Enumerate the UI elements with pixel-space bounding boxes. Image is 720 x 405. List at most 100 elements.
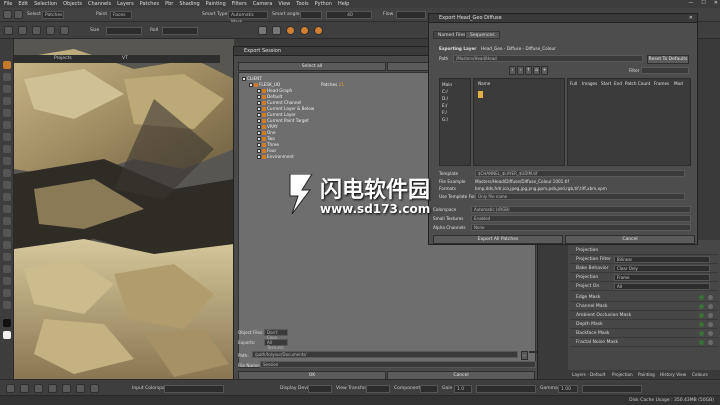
alpha-channels-dropdown[interactable]: None xyxy=(471,224,691,231)
tree-folder[interactable]: One xyxy=(257,130,276,135)
fractal-noise-mask-row[interactable]: Fractal Noise Mask xyxy=(570,338,718,347)
grid-icon[interactable] xyxy=(90,384,99,393)
tree-item[interactable]: Default xyxy=(257,94,282,99)
menu-camera[interactable]: Camera xyxy=(253,1,273,7)
toggle-icon[interactable] xyxy=(699,322,704,327)
channel-mask-row[interactable]: Channel Mask xyxy=(570,302,718,311)
drive-item[interactable]: E:/ xyxy=(442,103,447,108)
checkbox-icon[interactable] xyxy=(257,143,261,147)
tab-colours[interactable]: Colours xyxy=(692,370,708,379)
frame-icon[interactable] xyxy=(46,26,55,35)
menu-patches[interactable]: Patches xyxy=(140,1,159,7)
eraser-tool-icon[interactable] xyxy=(3,145,11,153)
file-name-input[interactable]: Session xyxy=(260,361,536,368)
home-icon[interactable]: ⌂ xyxy=(533,66,540,75)
folder-icon[interactable] xyxy=(529,351,537,353)
gradient-tool-icon[interactable] xyxy=(3,169,11,177)
projection-filter-dropdown[interactable]: Bilinear xyxy=(614,256,710,263)
column-images[interactable]: Images xyxy=(582,81,597,86)
tree-folder[interactable]: Four xyxy=(257,148,276,153)
checkbox-icon[interactable] xyxy=(242,77,246,81)
paint-dropdown[interactable]: Faces xyxy=(110,11,132,19)
patch-tool-icon[interactable] xyxy=(3,241,11,249)
zoom-tool-icon[interactable] xyxy=(3,85,11,93)
projection-dropdown[interactable]: Frame xyxy=(614,274,710,281)
export-all-patches-button[interactable]: Export All Patches xyxy=(433,235,563,244)
dodge-tool-icon[interactable] xyxy=(3,181,11,189)
toggle-icon[interactable] xyxy=(708,295,713,300)
back-icon[interactable]: ‹ xyxy=(509,66,516,75)
use-template-dropdown[interactable]: Only file name xyxy=(475,193,685,200)
menu-tools[interactable]: Tools xyxy=(296,1,308,7)
browse-button[interactable]: … xyxy=(521,351,528,360)
bake-behavior-dropdown[interactable]: Clear Only xyxy=(614,265,710,272)
menu-channels[interactable]: Channels xyxy=(88,1,111,7)
drive-item[interactable]: Main xyxy=(442,82,452,87)
maximize-icon[interactable]: ☐ xyxy=(701,0,705,6)
gain-slider[interactable] xyxy=(476,385,536,393)
grid-icon[interactable] xyxy=(32,26,41,35)
transform-tool-icon[interactable] xyxy=(3,97,11,105)
tree-folder[interactable]: Environment xyxy=(257,154,294,159)
menu-python[interactable]: Python xyxy=(315,1,332,7)
move-tool-icon[interactable] xyxy=(3,73,11,81)
menu-selection[interactable]: Selection xyxy=(34,1,57,7)
toggle-icon[interactable] xyxy=(708,304,713,309)
roll-input[interactable] xyxy=(162,27,198,35)
checkbox-icon[interactable] xyxy=(257,113,261,117)
menu-shading[interactable]: Shading xyxy=(179,1,199,7)
text-tool-icon[interactable] xyxy=(3,277,11,285)
small-textures-dropdown[interactable]: Enabled xyxy=(471,215,691,222)
new-folder-icon[interactable]: + xyxy=(541,66,548,75)
menu-painting[interactable]: Painting xyxy=(206,1,226,7)
menu-filters[interactable]: Filters xyxy=(232,1,247,7)
toggle-icon[interactable] xyxy=(699,304,704,309)
column-patch-count[interactable]: Patch Count xyxy=(625,81,650,86)
menu-objects[interactable]: Objects xyxy=(63,1,82,7)
smart-angle-input[interactable]: 40 xyxy=(326,11,372,19)
tab-painting[interactable]: Painting xyxy=(638,370,655,379)
template-input[interactable]: $CHANNEL_$LAYER_$UDIM.tif xyxy=(475,170,685,177)
view-transform-dropdown[interactable] xyxy=(366,385,390,393)
path-input[interactable]: /path/to/your/Documents/ xyxy=(252,351,518,358)
gain-input[interactable]: 1.0 xyxy=(454,385,472,393)
warp-tool-icon[interactable] xyxy=(3,205,11,213)
drive-item[interactable]: C:/ xyxy=(442,89,448,94)
name-column-header[interactable]: Name xyxy=(478,81,490,86)
burn-tool-icon[interactable] xyxy=(3,193,11,201)
tree-item[interactable]: Current Layer & Below xyxy=(257,106,314,111)
tab-layers[interactable]: Layers - Default xyxy=(572,370,605,379)
arrow-icon[interactable] xyxy=(3,10,12,19)
camera-icon[interactable] xyxy=(62,384,71,393)
paint-tool-icon[interactable] xyxy=(3,61,11,69)
lasso-icon[interactable] xyxy=(18,26,27,35)
smear-tool-icon[interactable] xyxy=(3,121,11,129)
column-frames[interactable]: Frames xyxy=(654,81,669,86)
close-icon[interactable]: ✕ xyxy=(714,0,718,6)
toggle-icon[interactable] xyxy=(708,331,713,336)
checkbox-icon[interactable] xyxy=(257,107,261,111)
background-color-swatch[interactable] xyxy=(3,331,11,339)
drive-item[interactable]: G:/ xyxy=(442,117,448,122)
tree-item[interactable]: Current Channel xyxy=(257,100,301,105)
ruler-tool-icon[interactable] xyxy=(3,289,11,297)
checkbox-icon[interactable] xyxy=(257,131,261,135)
tree-node[interactable]: FLESK_UD xyxy=(249,82,280,87)
checkbox-icon[interactable] xyxy=(257,119,261,123)
select-tool-icon[interactable] xyxy=(3,217,11,225)
stencil-tool-icon[interactable] xyxy=(3,265,11,273)
close-icon[interactable]: ✕ xyxy=(689,14,693,23)
checkbox-icon[interactable] xyxy=(257,149,261,153)
toggle-icon[interactable] xyxy=(699,340,704,345)
folder-icon[interactable] xyxy=(478,91,483,98)
projection-header[interactable]: Projection xyxy=(570,246,718,255)
orange-ball-icon[interactable] xyxy=(314,26,323,35)
column-mod[interactable]: Mod xyxy=(674,81,683,86)
checkbox-icon[interactable] xyxy=(257,125,261,129)
toggle-icon[interactable] xyxy=(699,331,704,336)
sphere-icon[interactable] xyxy=(272,26,281,35)
toggle-icon[interactable] xyxy=(699,295,704,300)
path-input[interactable]: /Masters/Head/Head xyxy=(453,55,643,62)
tree-item[interactable]: Head Graph xyxy=(257,88,292,93)
forward-icon[interactable]: › xyxy=(517,66,524,75)
